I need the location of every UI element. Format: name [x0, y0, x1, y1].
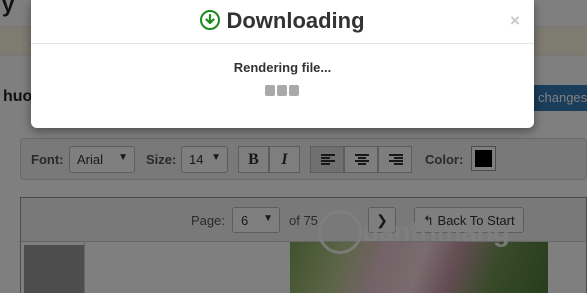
status-message: Rendering file... [233, 60, 332, 75]
download-dialog: Downloading × Rendering file... [31, 0, 534, 128]
dialog-title: Downloading [31, 8, 534, 34]
dialog-header: Downloading × [31, 0, 534, 44]
close-button[interactable]: × [510, 11, 520, 31]
loading-indicator [265, 85, 301, 97]
dialog-title-text: Downloading [226, 8, 365, 33]
download-circle-icon [200, 10, 221, 30]
